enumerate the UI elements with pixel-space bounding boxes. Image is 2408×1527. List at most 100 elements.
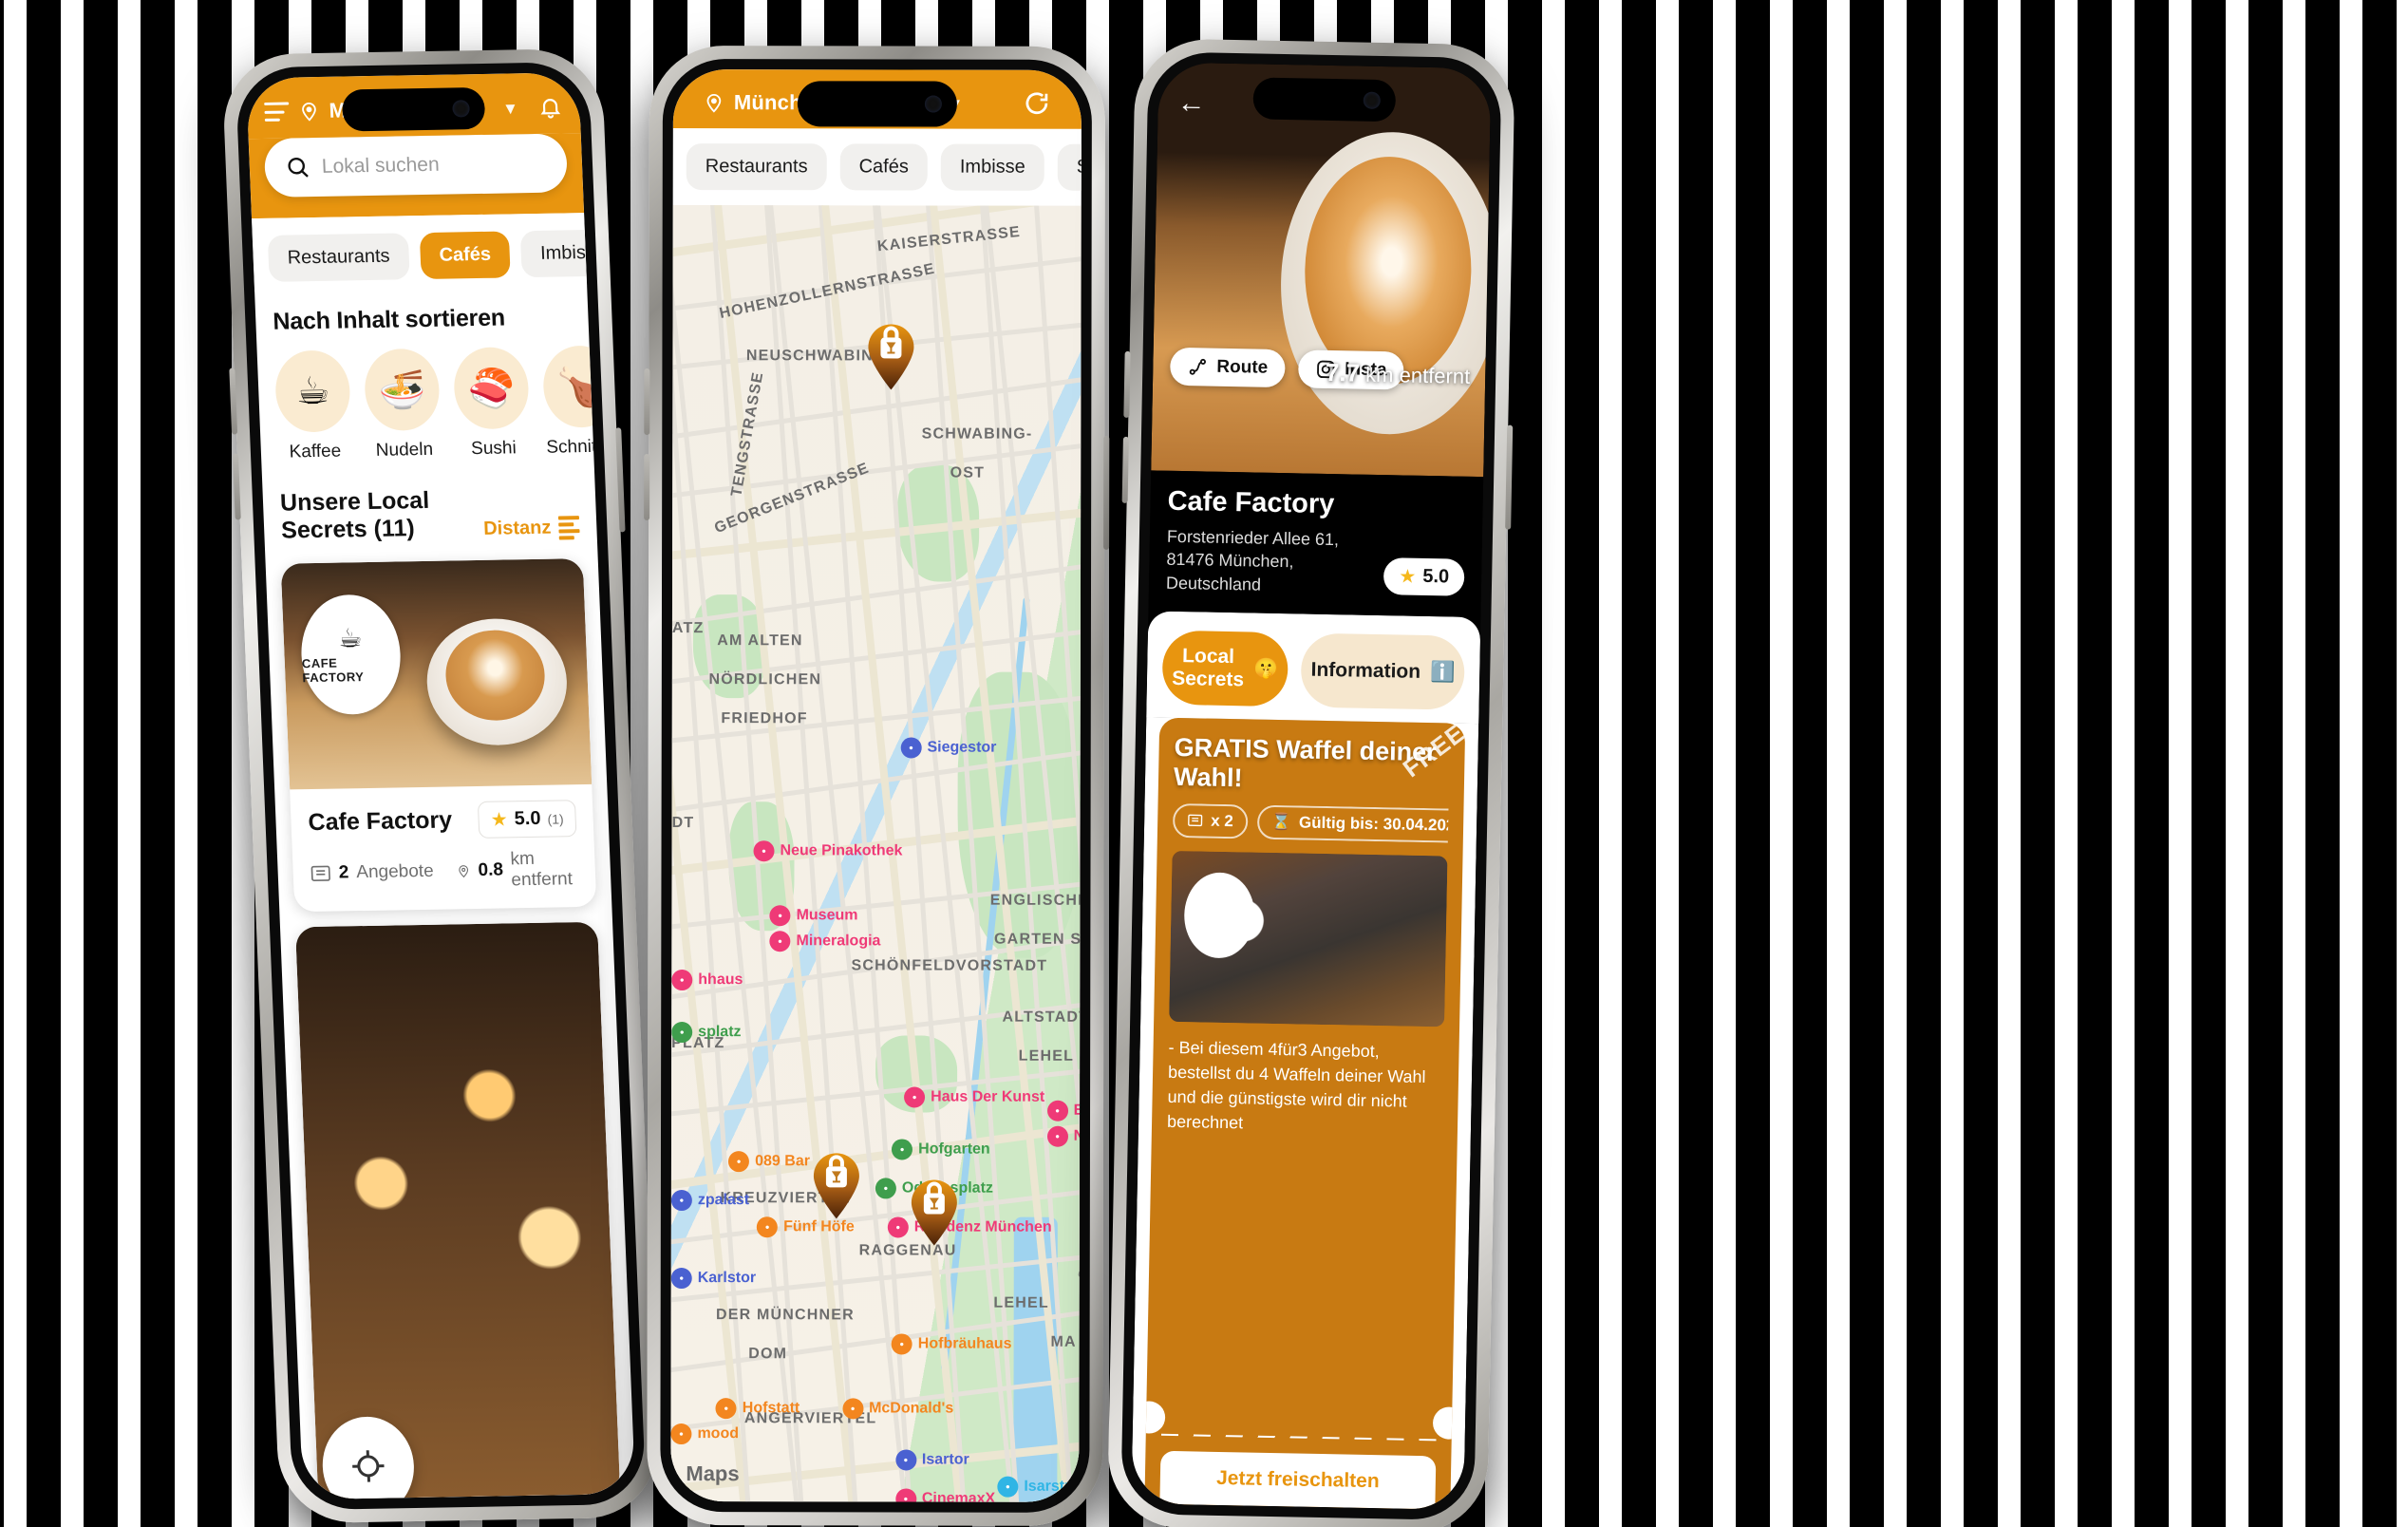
map-poi[interactable]: • Museum — [769, 905, 858, 927]
map-poi[interactable]: • Neue Pinakothek — [753, 840, 903, 862]
noodles-icon: 🍜 — [363, 348, 442, 432]
volume-up-button[interactable] — [644, 368, 650, 436]
poi-label: Bayer — [1073, 1102, 1082, 1119]
map-poi[interactable]: • Haus Der Kunst — [904, 1086, 1045, 1108]
map-poi[interactable]: • Hofstatt — [715, 1397, 800, 1419]
refresh-icon[interactable] — [1023, 89, 1051, 118]
schnitzel-icon: 🍗 — [541, 345, 594, 428]
star-icon: ★ — [1399, 566, 1417, 588]
poi-dot-icon: • — [728, 1151, 750, 1173]
power-button[interactable] — [1103, 435, 1110, 550]
phone-1-screen: München ▾ Lokal suchen Restaurants Cafés — [246, 72, 636, 1500]
chevron-down-icon[interactable]: ▾ — [505, 96, 516, 120]
map-poi[interactable]: • Karlstor — [670, 1268, 757, 1290]
volume-down-button[interactable] — [644, 453, 650, 521]
map-poi[interactable]: • zpalast — [670, 1190, 749, 1212]
map-poi[interactable]: • Hofbräuhaus — [891, 1332, 1012, 1355]
sort-heading: Nach Inhalt sortieren — [272, 304, 506, 335]
venue-name: Cafe Factory — [1167, 485, 1335, 520]
venue-marker[interactable] — [908, 1178, 961, 1246]
chip-imbisse[interactable]: Imbisse — [940, 143, 1044, 191]
ticket-icon — [310, 865, 330, 882]
map-poi[interactable]: • splatz — [671, 1021, 742, 1044]
map-poi[interactable]: • McDonald's — [842, 1398, 954, 1420]
tab-information[interactable]: Information ℹ️ — [1300, 632, 1465, 710]
poi-label: Haus Der Kunst — [931, 1088, 1045, 1105]
crosshair-icon — [352, 1450, 385, 1482]
map-poi[interactable]: • CinemaxX — [894, 1488, 995, 1502]
poi-dot-icon: • — [904, 1086, 926, 1108]
venue-name: Cafe Factory — [308, 806, 453, 837]
poi-label: Siegestor — [927, 739, 997, 756]
poi-dot-icon: • — [887, 1216, 909, 1238]
category-sushi[interactable]: 🍣 Sushi — [452, 347, 532, 460]
category-kaffee[interactable]: ☕ Kaffee — [273, 349, 353, 462]
venue-marker[interactable] — [810, 1152, 863, 1220]
rating-badge: ★ 5.0 — [1383, 557, 1465, 596]
phone-3-screen: ← Route Insta 7.7 km entfernt Cafe Facto… — [1131, 62, 1492, 1510]
map-poi[interactable]: • Isartor — [894, 1449, 969, 1471]
back-arrow-icon[interactable]: ← — [1176, 87, 1206, 121]
phone1-category-chips: Restaurants Cafés Imbisse Shisha Bars — [252, 213, 588, 292]
poi-label: hhaus — [698, 971, 743, 989]
volume-down-button[interactable] — [1121, 436, 1129, 503]
poi-dot-icon: • — [1046, 1100, 1068, 1122]
notification-bell-icon[interactable] — [537, 93, 563, 120]
tab-local-secrets[interactable]: Local Secrets 🤫 — [1161, 630, 1289, 707]
poi-dot-icon: • — [891, 1332, 912, 1355]
info-icon: ℹ️ — [1429, 660, 1456, 684]
poi-label: Karlstor — [697, 1270, 757, 1287]
unlock-button[interactable]: Jetzt freischalten — [1159, 1450, 1437, 1510]
poi-label: Natio — [1073, 1127, 1082, 1144]
map-poi[interactable]: • hhaus — [671, 970, 743, 991]
poi-dot-icon: • — [900, 737, 922, 759]
category-schnitzel[interactable]: 🍗 Schnitzel — [541, 345, 594, 458]
volume-up-button[interactable] — [1123, 350, 1131, 418]
category-label: Nudeln — [375, 439, 434, 461]
local-secret-card-next[interactable] — [295, 921, 621, 1499]
coupon-notch-right — [1432, 1406, 1466, 1440]
map-poi[interactable]: • Bayer — [1046, 1100, 1082, 1122]
chip-cafes[interactable]: Cafés — [419, 231, 512, 280]
map-poi[interactable]: • Isarstrand — [997, 1476, 1082, 1498]
chip-restaurants[interactable]: Restaurants — [686, 143, 827, 191]
rating-count: (1) — [547, 810, 564, 827]
poi-label: McDonald's — [869, 1400, 954, 1417]
poi-label: 089 Bar — [755, 1153, 810, 1170]
local-secret-card[interactable]: ☕ CAFE FACTORY Cafe Factory ★ 5.0 (1) 2 … — [280, 558, 597, 913]
search-input[interactable]: Lokal suchen — [263, 133, 569, 198]
poi-dot-icon: • — [715, 1397, 737, 1419]
hamburger-icon[interactable] — [264, 102, 290, 122]
card-hero-image: ☕ CAFE FACTORY — [280, 558, 593, 790]
map-poi[interactable]: • Hofgarten — [892, 1139, 990, 1160]
sort-button[interactable]: Distanz — [483, 516, 580, 541]
poi-dot-icon: • — [769, 905, 791, 927]
chip-restaurants[interactable]: Restaurants — [267, 233, 410, 282]
category-nudeln[interactable]: 🍜 Nudeln — [363, 348, 442, 462]
chip-shisha-bars[interactable]: Shisha Bars — [1057, 143, 1082, 192]
poi-dot-icon: • — [670, 1190, 692, 1212]
map-attribution: Maps — [686, 1461, 740, 1486]
chip-imbisse[interactable]: Imbisse — [520, 229, 588, 278]
shush-face-icon: 🤫 — [1253, 657, 1279, 680]
dynamic-island — [341, 86, 486, 132]
poi-label: Isartor — [921, 1451, 969, 1468]
local-secrets-header: Unsere Local Secrets (11) Distanz — [262, 463, 597, 551]
map-poi[interactable]: • Natio — [1046, 1125, 1082, 1147]
map-canvas[interactable]: HOHENZOLLERNSTRASSE KAISERSTRASSE NEUSCHWA… — [670, 205, 1082, 1502]
poi-dot-icon: • — [892, 1139, 913, 1160]
poi-dot-icon: • — [997, 1476, 1019, 1498]
phone1-search-area: Lokal suchen — [248, 133, 585, 219]
list-heading: Unsere Local Secrets (11) — [279, 486, 430, 544]
map-poi[interactable]: • Siegestor — [900, 737, 997, 759]
venue-marker[interactable] — [864, 322, 917, 390]
map-poi[interactable]: • 089 Bar — [728, 1151, 810, 1173]
venue-address: Forstenrieder Allee 61, 81476 München, D… — [1165, 526, 1340, 594]
map-poi[interactable]: • mood — [670, 1423, 739, 1445]
offer-coupon[interactable]: FREE GRATIS Waffel deiner Wahl! x 2 ⌛ Gü… — [1144, 717, 1466, 1510]
search-icon — [288, 157, 309, 178]
card-body: Cafe Factory ★ 5.0 (1) 2 Angebote 0.8 km… — [290, 784, 596, 912]
route-button[interactable]: Route — [1169, 347, 1286, 388]
chip-cafes[interactable]: Cafés — [839, 143, 928, 191]
map-poi[interactable]: • Mineralogia — [769, 931, 881, 952]
